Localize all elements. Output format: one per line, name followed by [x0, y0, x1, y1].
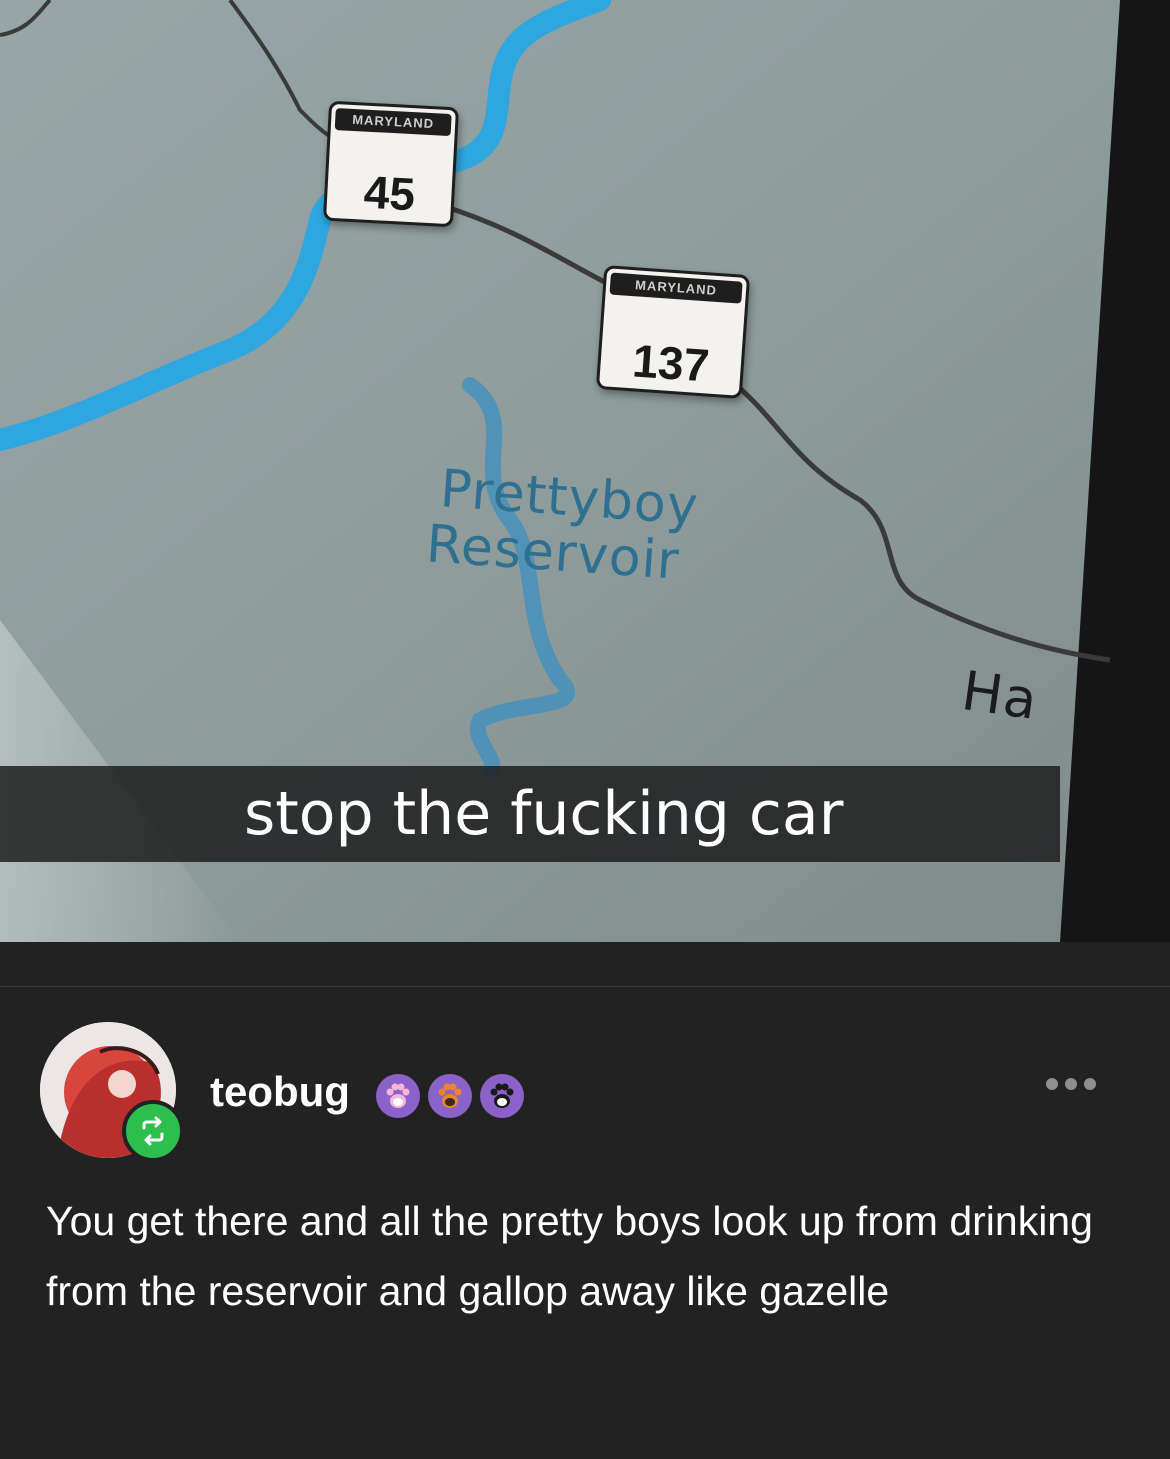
user-badges — [376, 1074, 524, 1120]
paw-badge-orange-icon[interactable] — [428, 1074, 472, 1118]
reblog-icon — [122, 1100, 184, 1162]
reservoir-label: Prettyboy Reservoir — [424, 459, 700, 592]
shield-state-label: MARYLAND — [609, 272, 743, 304]
more-dot — [1084, 1078, 1096, 1090]
shield-route-number: 137 — [630, 334, 711, 392]
paw-badge-pink-icon[interactable] — [376, 1074, 420, 1118]
image-caption-text: stop the fucking car — [244, 779, 844, 849]
post-body-text: You get there and all the pretty boys lo… — [46, 1198, 1093, 1314]
image-caption: stop the fucking car — [0, 766, 1160, 862]
route-137-shield: MARYLAND 137 — [595, 265, 751, 399]
town-label: Ha — [958, 659, 1042, 732]
more-dot — [1065, 1078, 1077, 1090]
shield-state-label: MARYLAND — [334, 108, 452, 137]
paw-badge-black-icon[interactable] — [480, 1074, 524, 1118]
shield-route-number: 45 — [362, 165, 417, 221]
reblog-arrows-icon — [142, 1116, 164, 1146]
post-image[interactable]: MARYLAND 45 MARYLAND 137 Prettyboy Reser… — [0, 0, 1170, 942]
more-dot — [1046, 1078, 1058, 1090]
post-username[interactable]: teobug — [210, 1066, 350, 1118]
route-45-shield: MARYLAND 45 — [322, 100, 460, 228]
section-divider — [0, 986, 1170, 987]
more-options-icon[interactable] — [1040, 1072, 1102, 1096]
